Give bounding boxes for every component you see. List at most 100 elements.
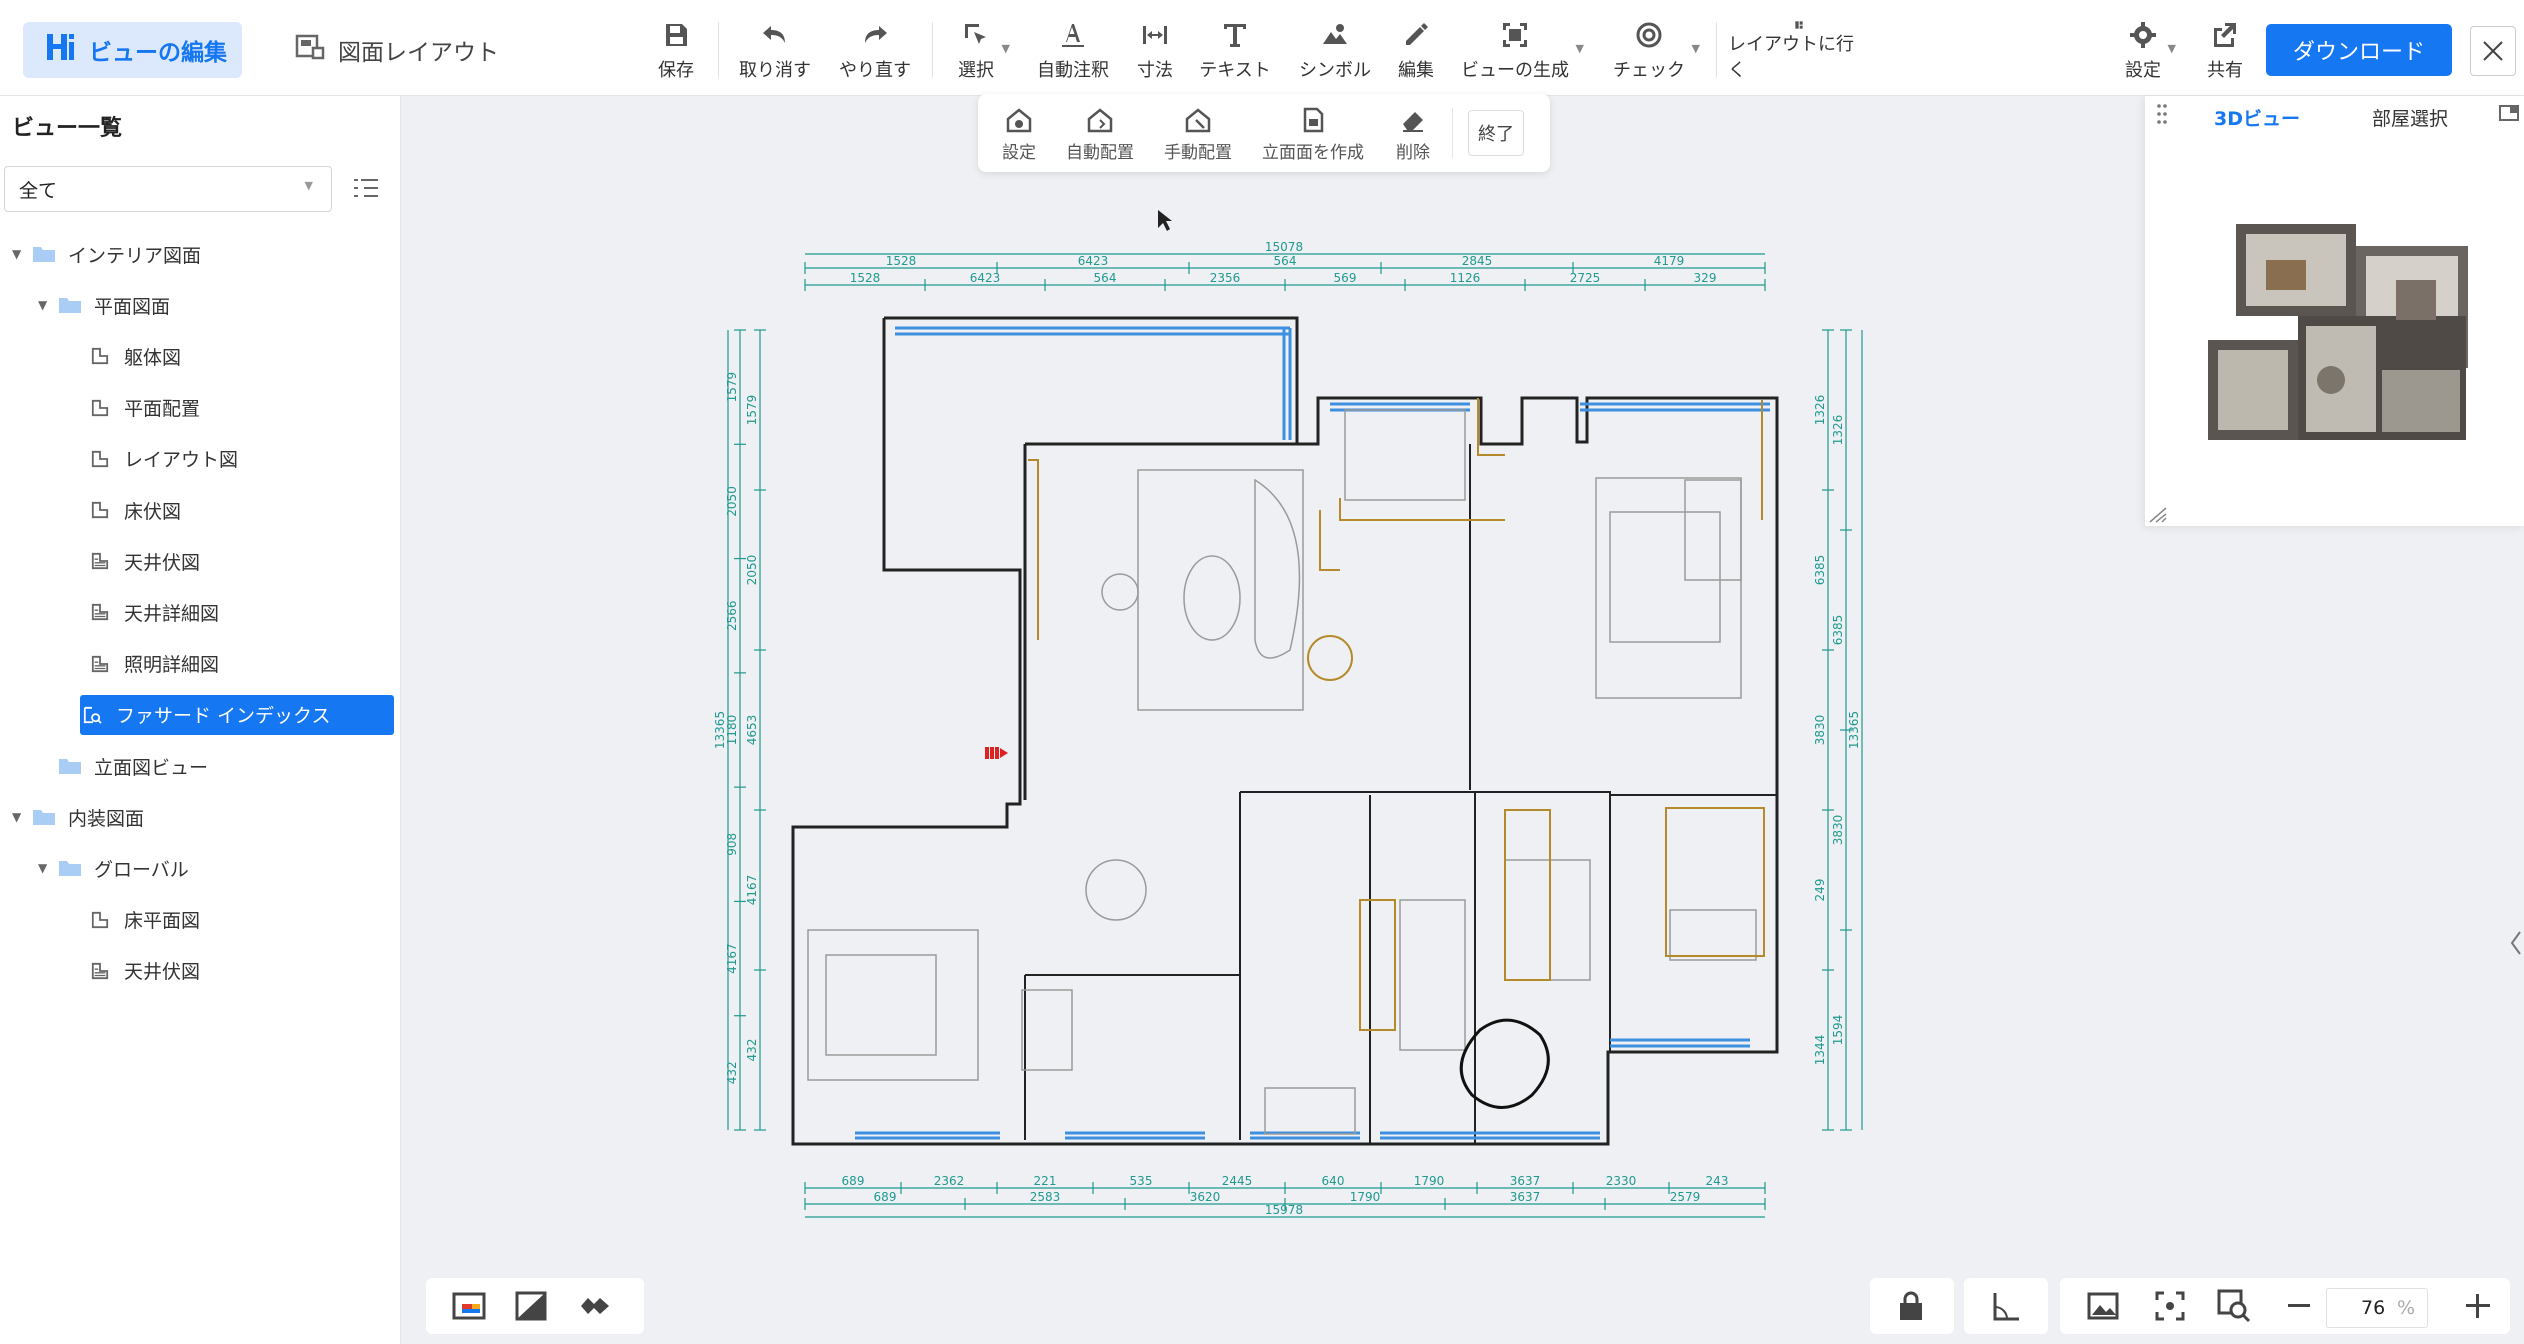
ceiling-view-icon [91,655,109,672]
symbol-button[interactable]: シンボル [1298,20,1372,82]
tree-item[interactable]: 床伏図 [88,490,181,530]
tree-item[interactable]: ▼ 内装図面 [12,797,144,837]
check-icon [1636,22,1662,48]
tree-item[interactable]: 床平面図 [88,900,200,940]
text-button[interactable]: テキスト [1198,20,1272,82]
select-button[interactable]: 選択 ▼ [956,20,1010,82]
close-button[interactable] [2470,26,2516,76]
delete-button[interactable]: 削除 [1396,106,1430,163]
zoom-out-icon[interactable] [2286,1296,2312,1316]
fill-toggle-icon[interactable] [514,1290,548,1322]
tree-item[interactable]: 立面図ビュー [38,746,208,786]
list-toggle-icon[interactable] [352,174,380,202]
dimension-label: 689 [874,1190,897,1204]
dimension-label: 1790 [1414,1174,1445,1188]
create-elevation-button[interactable]: 立面面を作成 [1262,106,1364,163]
text-icon [1224,24,1246,47]
dimension-label: 6423 [970,271,1001,285]
tree-item[interactable]: 天井伏図 [88,951,200,991]
edit-view-mode-button[interactable]: ビューの編集 [23,22,242,78]
angle-snap-icon[interactable] [1990,1290,2022,1322]
tree-item-label: 床平面図 [124,910,201,933]
expand-arrow-icon[interactable]: ▼ [38,861,58,875]
lock-icon[interactable] [1896,1290,1926,1322]
folder-icon [59,759,81,774]
expand-arrow-icon[interactable]: ▼ [12,810,32,824]
resize-handle-icon[interactable] [2148,506,2170,524]
tree-item[interactable]: ファサード インデックス [80,694,394,735]
dimension-label: 4167 [745,875,759,906]
tree-item[interactable]: 平面配置 [88,388,200,428]
dimension-button[interactable]: 寸法 [1136,20,1174,82]
dimension-label: 535 [1130,1174,1153,1188]
zoom-in-icon[interactable] [2464,1292,2492,1320]
goto-layout-button[interactable]: レイアウトに行く [1728,20,1870,82]
floor-plan-canvas[interactable]: 15078 1528 6423 564 2845 4179 1528 6423 564 2356 5… [400,96,2145,1276]
image-export-icon[interactable] [2086,1290,2120,1322]
dimension-label: 2725 [1570,271,1601,285]
bottom-left-toolbox [426,1278,644,1334]
tree-item[interactable]: ▼ 平面図面 [38,285,170,325]
gear-icon [2130,22,2156,48]
undo-button[interactable]: 取り消す [738,20,812,82]
layer-color-icon[interactable] [452,1290,486,1322]
dimension-label: 2356 [1210,271,1241,285]
tree-item[interactable]: 天井詳細図 [88,592,219,632]
facade-view-icon [83,706,102,724]
dimension-label: 2050 [725,486,739,517]
auto-annotate-button[interactable]: 自動注釈 [1036,20,1110,82]
chevron-left-icon[interactable] [2508,928,2524,958]
facade-settings-button[interactable]: 設定 [1002,106,1036,163]
drag-handle-icon[interactable] [2156,102,2168,126]
expand-arrow-icon[interactable]: ▼ [38,298,58,312]
redo-button[interactable]: やり直す [838,20,912,82]
dimension-label: 2579 [1670,1190,1701,1204]
dimension-label: 2362 [934,1174,965,1188]
chevron-down-icon: ▼ [1575,42,1584,55]
tree-item[interactable]: 躯体図 [88,336,181,376]
fit-view-icon[interactable] [2154,1290,2186,1322]
tree-item[interactable]: 天井伏図 [88,541,200,581]
view-filter-select[interactable]: 全て ▼ [4,166,332,212]
expand-arrow-icon[interactable]: ▼ [12,247,32,261]
dimension-label: 329 [1694,271,1717,285]
tree-item-label: 照明詳細図 [124,654,220,677]
house-gear-icon [1006,108,1032,133]
share-button[interactable]: 共有 [2206,20,2244,82]
tab-room-select[interactable]: 部屋選択 [2372,104,2448,131]
settings-button[interactable]: 設定 ▼ [2124,20,2176,82]
tree-item-label: グローバル [94,858,189,881]
drawing-layout-mode-button[interactable]: 図面レイアウト [272,22,502,78]
zoom-region-icon[interactable] [2216,1288,2252,1324]
lock-box [1870,1278,1954,1334]
auto-place-button[interactable]: 自動配置 [1066,106,1134,163]
tree-item[interactable]: レイアウト図 [88,439,238,479]
download-button[interactable]: ダウンロード [2266,24,2452,76]
dimension-label: 4167 [725,943,739,974]
edit-button[interactable]: 編集 [1397,20,1435,82]
manual-place-button[interactable]: 手動配置 [1164,106,1232,163]
zoom-input[interactable]: 76 % [2326,1288,2428,1328]
tree-item-label: 天井詳細図 [124,602,220,625]
cad-symbol-icon[interactable] [578,1292,612,1320]
tree-item[interactable]: 照明詳細図 [88,644,219,684]
dimension-label: 2330 [1606,1174,1637,1188]
layout-icon [294,31,326,69]
tree-item-label: 躯体図 [124,346,182,369]
check-button[interactable]: チェック ▼ [1612,20,1700,82]
finish-button[interactable]: 終了 [1468,110,1524,156]
dimension-label: 13365 [713,711,727,749]
dimension-label: 432 [745,1039,759,1062]
generate-view-button[interactable]: ビューの生成 ▼ [1460,20,1584,82]
dimension-label: 4179 [1654,254,1685,268]
redo-icon [865,26,887,43]
tab-3d-view[interactable]: 3Dビュー [2214,104,2300,131]
tree-item[interactable]: ▼ グローバル [38,848,189,888]
dimension-label: 689 [842,1174,865,1188]
close-icon [2483,41,2503,61]
collapse-panel-icon[interactable] [2498,102,2520,124]
save-button[interactable]: 保存 [654,20,698,82]
tree-item[interactable]: ▼ インテリア図面 [12,234,201,274]
dimension-label: 15078 [1265,240,1303,254]
dimension-label: 243 [1706,1174,1729,1188]
